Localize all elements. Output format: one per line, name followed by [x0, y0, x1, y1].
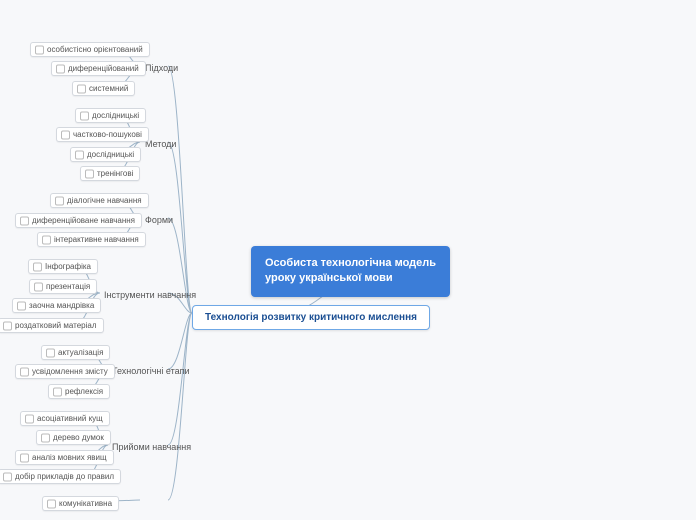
leaf-tools-1[interactable]: презентація [29, 279, 97, 294]
root-line2: уроку української мови [265, 271, 436, 286]
leaf-methods-2[interactable]: дослідницькі [70, 147, 141, 162]
root-node[interactable]: Особиста технологічна модель уроку украї… [251, 246, 450, 297]
leaf-forms-1[interactable]: диференційоване навчання [15, 213, 142, 228]
leaf-techniques-2[interactable]: аналіз мовних явищ [15, 450, 114, 465]
leaf-approaches-2[interactable]: системний [72, 81, 135, 96]
leaf-techniques-0[interactable]: асоціативний кущ [20, 411, 110, 426]
leaf-extra-0[interactable]: комунікативна [42, 496, 119, 511]
leaf-tools-0[interactable]: Інфографіка [28, 259, 98, 274]
main-branch-node[interactable]: Технологія розвитку критичного мислення [192, 305, 430, 330]
category-techniques[interactable]: Прийоми навчання [108, 440, 195, 454]
category-forms[interactable]: Форми [141, 213, 177, 227]
leaf-stages-0[interactable]: актуалізація [41, 345, 110, 360]
leaf-forms-0[interactable]: діалогічне навчання [50, 193, 149, 208]
root-line1: Особиста технологічна модель [265, 256, 436, 271]
category-approaches[interactable]: Підходи [141, 61, 182, 75]
leaf-tools-3[interactable]: роздатковий матеріал [0, 318, 104, 333]
category-stages[interactable]: Технологічні етапи [108, 364, 194, 378]
category-tools[interactable]: Інструменти навчання [100, 288, 200, 302]
leaf-approaches-0[interactable]: особистісно орієнтований [30, 42, 150, 57]
leaf-methods-0[interactable]: дослідницькі [75, 108, 146, 123]
leaf-stages-1[interactable]: усвідомлення змісту [15, 364, 115, 379]
leaf-techniques-3[interactable]: добір прикладів до правил [0, 469, 121, 484]
leaf-techniques-1[interactable]: дерево думок [36, 430, 111, 445]
leaf-methods-1[interactable]: частково-пошукові [56, 127, 149, 142]
leaf-forms-2[interactable]: інтерактивне навчання [37, 232, 146, 247]
leaf-stages-2[interactable]: рефлексія [48, 384, 110, 399]
leaf-methods-3[interactable]: тренінгові [80, 166, 140, 181]
leaf-approaches-1[interactable]: диференційований [51, 61, 146, 76]
leaf-tools-2[interactable]: заочна мандрівка [12, 298, 101, 313]
